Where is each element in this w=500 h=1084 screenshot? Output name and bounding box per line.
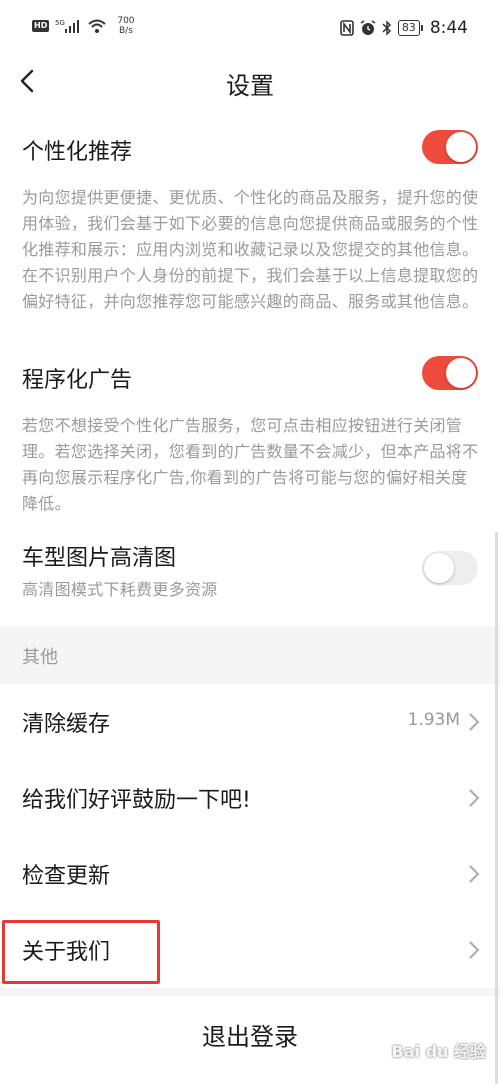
cache-size-value: 1.93M bbox=[407, 710, 460, 730]
status-bar: HD 5G 700 B/s 83 8:44 bbox=[0, 0, 500, 56]
toggle-knob bbox=[424, 553, 454, 583]
list-item-about-us[interactable]: 关于我们 bbox=[0, 912, 500, 988]
scroll-indicator bbox=[495, 532, 498, 1084]
net-speed-unit: B/s bbox=[118, 26, 133, 36]
status-left: HD 5G 700 B/s bbox=[32, 16, 135, 36]
list-item-label: 清除缓存 bbox=[22, 712, 111, 737]
list-item-label: 关于我们 bbox=[22, 940, 111, 965]
wifi-icon bbox=[88, 19, 107, 33]
net-speed: 700 B/s bbox=[117, 16, 134, 36]
page-title: 设置 bbox=[226, 72, 274, 100]
hd-badge: HD bbox=[32, 20, 50, 32]
battery-indicator: 83 bbox=[397, 20, 423, 36]
logout-separator bbox=[0, 988, 500, 996]
signal-label: 5G bbox=[55, 19, 65, 27]
alarm-icon bbox=[360, 20, 376, 35]
list-item-clear-cache[interactable]: 清除缓存 1.93M bbox=[0, 684, 500, 760]
toggle-knob bbox=[446, 358, 476, 388]
nav-bar: 设置 bbox=[0, 56, 500, 108]
programmatic-ads-title: 程序化广告 bbox=[22, 368, 133, 393]
status-right: 83 8:44 bbox=[340, 18, 468, 38]
net-speed-value: 700 bbox=[117, 16, 135, 26]
signal-icon: 5G bbox=[55, 19, 80, 33]
toggle-knob bbox=[446, 132, 476, 162]
hd-images-toggle[interactable] bbox=[422, 551, 478, 585]
programmatic-ads-toggle[interactable] bbox=[422, 356, 478, 390]
personalized-title: 个性化推荐 bbox=[22, 140, 133, 165]
section-header-other bbox=[0, 626, 500, 684]
chevron-right-icon bbox=[469, 865, 480, 883]
programmatic-ads-description: 若您不想接受个性化广告服务，您可点击相应按钮进行关闭管理。若您选择关闭，您看到的… bbox=[22, 416, 479, 513]
nfc-icon bbox=[340, 20, 354, 36]
back-arrow-icon[interactable] bbox=[14, 66, 44, 96]
bluetooth-icon bbox=[382, 20, 391, 36]
personalized-toggle[interactable] bbox=[422, 130, 478, 164]
section-label-other: 其他 bbox=[22, 647, 58, 668]
list-item-label: 给我们好评鼓励一下吧! bbox=[22, 788, 251, 813]
list-item-check-update[interactable]: 检查更新 bbox=[0, 836, 500, 912]
baidu-jingyan-watermark: Bai du 经验 bbox=[391, 1042, 486, 1061]
chevron-right-icon bbox=[469, 789, 480, 807]
chevron-right-icon bbox=[469, 713, 480, 731]
hd-images-title: 车型图片高清图 bbox=[22, 546, 177, 571]
hd-images-description: 高清图模式下耗费更多资源 bbox=[22, 580, 218, 599]
status-time: 8:44 bbox=[429, 18, 468, 38]
chevron-right-icon bbox=[469, 941, 480, 959]
list-item-label: 检查更新 bbox=[22, 864, 111, 889]
list-item-rate-us[interactable]: 给我们好评鼓励一下吧! bbox=[0, 760, 500, 836]
logout-button[interactable]: 退出登录 bbox=[0, 996, 500, 1078]
personalized-description: 为向您提供更便捷、更优质、个性化的商品及服务，提升您的使用体验，我们会基于如下必… bbox=[22, 188, 479, 311]
